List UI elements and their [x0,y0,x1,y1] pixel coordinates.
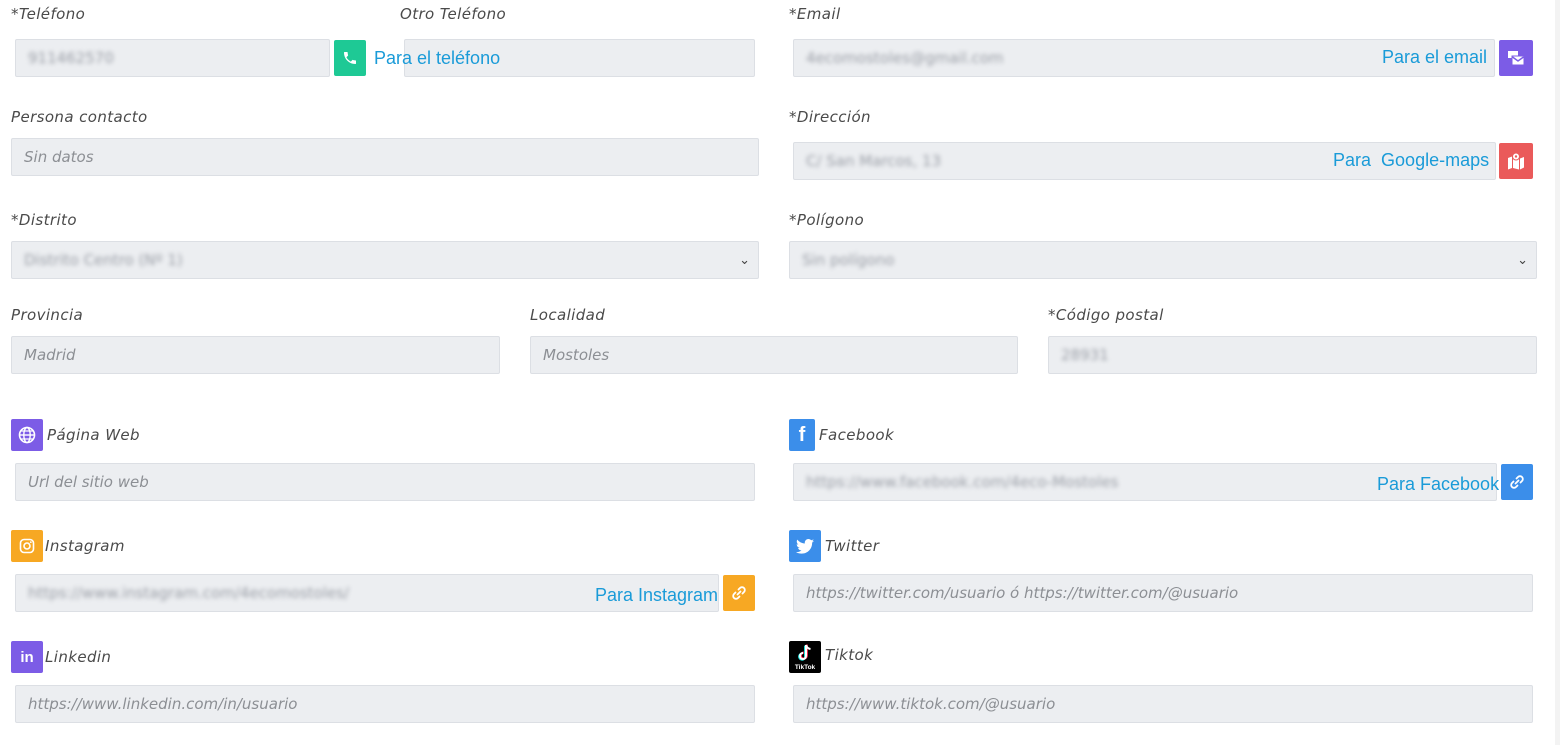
facebook-label: Facebook [819,426,895,444]
provincia-label: Provincia [11,306,84,324]
facebook-icon: f [789,419,815,451]
telefono-link[interactable]: Para el teléfono [374,48,500,69]
pagina-web-label: Página Web [47,426,140,444]
poligono-value: Sin polígono [802,251,895,269]
globe-icon [11,419,43,451]
map-marked-icon [1508,152,1524,170]
distrito-value: Distrito Centro (Nº 1) [24,251,183,269]
direccion-value: C/ San Marcos, 13 [806,152,942,170]
twitter-icon [789,530,821,562]
twitter-input[interactable]: https://twitter.com/usuario ó https://tw… [793,574,1533,612]
linkedin-input[interactable]: https://www.linkedin.com/in/usuario [15,685,755,723]
email-label: *Email [789,5,841,23]
pagina-web-input[interactable]: Url del sitio web [15,463,755,501]
tiktok-placeholder: https://www.tiktok.com/@usuario [806,695,1056,713]
send-email-button[interactable] [1499,40,1533,76]
twitter-placeholder: https://twitter.com/usuario ó https://tw… [806,584,1239,602]
telefono-input[interactable]: 911462570 [15,39,330,77]
localidad-value: Mostoles [543,346,610,364]
provincia-value: Madrid [24,346,76,364]
tiktok-label: Tiktok [825,646,874,664]
persona-contacto-label: Persona contacto [11,108,148,126]
codigo-postal-label: *Código postal [1048,306,1164,324]
instagram-value: https://www.instagram.com/4ecomostoles/ [28,584,349,602]
direccion-label: *Dirección [789,108,871,126]
tiktok-logo-text: TikTok [794,664,816,671]
open-maps-button[interactable] [1499,143,1533,179]
phone-icon [344,52,356,64]
instagram-label: Instagram [45,537,125,555]
pagina-web-placeholder: Url del sitio web [28,473,149,491]
email-link[interactable]: Para el email [1382,47,1487,68]
open-facebook-button[interactable] [1501,464,1533,500]
linkedin-icon: in [11,641,43,673]
provincia-input[interactable]: Madrid [11,336,500,374]
google-maps-link[interactable]: Para Google-maps [1333,150,1489,171]
poligono-select[interactable]: Sin polígono ⌄ [789,241,1537,279]
localidad-input[interactable]: Mostoles [530,336,1018,374]
scrollbar-track[interactable] [1555,0,1560,745]
mail-bulk-icon [1508,51,1525,66]
codigo-postal-input[interactable]: 28931 [1048,336,1537,374]
distrito-select[interactable]: Distrito Centro (Nº 1) ⌄ [11,241,759,279]
persona-contacto-input[interactable]: Sin datos [11,138,759,176]
facebook-value: https://www.facebook.com/4eco-Mostoles [806,473,1119,491]
email-value: 4ecomostoles@gmail.com [806,49,1004,67]
instagram-icon [11,530,43,562]
open-instagram-button[interactable] [723,575,755,611]
persona-contacto-placeholder: Sin datos [24,148,94,166]
chevron-down-icon: ⌄ [739,252,750,268]
otro-telefono-label: Otro Teléfono [400,5,507,23]
tiktok-input[interactable]: https://www.tiktok.com/@usuario [793,685,1533,723]
chevron-down-icon: ⌄ [1517,252,1528,268]
distrito-label: *Distrito [11,211,77,229]
linkedin-label: Linkedin [45,648,112,666]
localidad-label: Localidad [530,306,606,324]
instagram-link[interactable]: Para Instagram [595,585,718,606]
call-phone-button[interactable] [334,40,366,76]
link-icon [1510,475,1524,489]
telefono-value: 911462570 [28,49,114,67]
facebook-link[interactable]: Para Facebook [1377,474,1499,495]
poligono-label: *Polígono [789,211,865,229]
telefono-label: *Teléfono [11,5,86,23]
codigo-postal-value: 28931 [1061,346,1109,364]
tiktok-icon: TikTok [789,641,821,673]
twitter-label: Twitter [825,537,880,555]
linkedin-placeholder: https://www.linkedin.com/in/usuario [28,695,298,713]
link-icon [732,586,746,600]
